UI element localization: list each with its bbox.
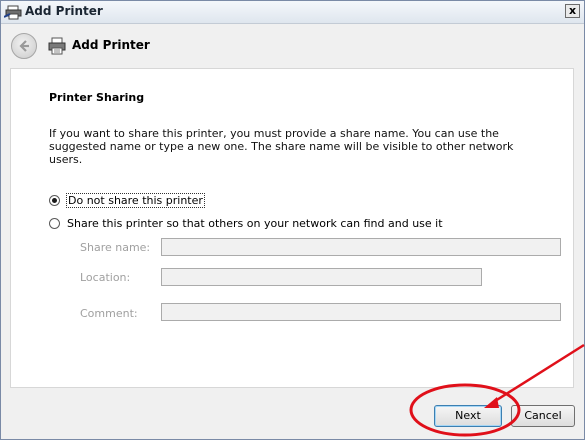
title-bar[interactable]: Add Printer x: [1, 1, 584, 24]
wizard-header: Add Printer: [1, 24, 584, 68]
location-input[interactable]: [161, 268, 482, 286]
window-title: Add Printer: [25, 4, 103, 18]
option-share[interactable]: Share this printer so that others on you…: [49, 217, 443, 230]
printer-icon: [3, 4, 24, 20]
section-title: Printer Sharing: [49, 91, 145, 104]
wizard-title: Add Printer: [72, 38, 150, 52]
cancel-button[interactable]: Cancel: [511, 405, 575, 427]
radio-share[interactable]: [49, 218, 60, 229]
printer-icon: [47, 37, 67, 55]
option-label: Do not share this printer: [66, 193, 205, 208]
radio-do-not-share[interactable]: [49, 195, 60, 206]
comment-label: Comment:: [80, 307, 138, 320]
back-button[interactable]: [11, 33, 37, 59]
back-arrow-icon: [19, 40, 29, 52]
share-name-label: Share name:: [80, 241, 151, 254]
option-label: Share this printer so that others on you…: [67, 217, 443, 230]
content-panel: Printer Sharing If you want to share thi…: [10, 68, 574, 388]
add-printer-window: Add Printer x Add Printer Printer Sharin…: [0, 0, 585, 440]
close-button[interactable]: x: [565, 4, 580, 18]
comment-input[interactable]: [161, 303, 561, 321]
description-text: If you want to share this printer, you m…: [49, 127, 514, 166]
share-name-input[interactable]: [161, 238, 561, 256]
location-label: Location:: [80, 271, 131, 284]
option-do-not-share[interactable]: Do not share this printer: [49, 193, 205, 208]
next-button[interactable]: Next: [434, 405, 502, 427]
